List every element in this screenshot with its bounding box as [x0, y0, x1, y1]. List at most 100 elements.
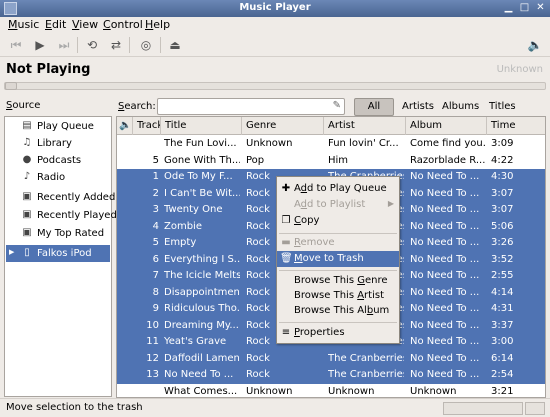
cell-track: 11: [146, 336, 159, 347]
cell-time: 3:00: [491, 336, 514, 347]
cell-title: The Icicle Melts: [164, 270, 240, 281]
minimize-icon[interactable]: ▁: [502, 2, 515, 15]
menu-item-browse-genre[interactable]: Browse This Genre: [277, 273, 399, 289]
filter-titles-button[interactable]: Titles: [489, 101, 516, 112]
menu-item-add-to-playlist[interactable]: Add to Playlist ▶: [277, 197, 399, 213]
cell-artist: The Cranberries: [328, 369, 404, 380]
cell-artist: Him: [328, 154, 349, 166]
cell-time: 5:06: [491, 220, 514, 232]
cell-album: Razorblade R...: [410, 154, 486, 166]
table-row[interactable]: What Comes... Unknown Unknown Unknown 3:21: [117, 384, 545, 398]
cell-time: 4:31: [491, 303, 514, 314]
cell-title: What Comes...: [164, 385, 238, 397]
menu-edit[interactable]: Edit: [45, 18, 66, 31]
toolbar-separator: [77, 37, 78, 53]
menu-item-move-to-trash[interactable]: 🗑 Move to Trash: [277, 251, 399, 267]
cell-album: No Need To ...: [410, 286, 480, 298]
menu-item-properties[interactable]: ≡ Properties: [277, 325, 399, 341]
table-row[interactable]: The Fun Lovi... Unknown Fun lovin' Cr... Co…: [117, 136, 545, 153]
filter-all-button[interactable]: All: [354, 98, 394, 116]
source-item-play-queue[interactable]: ▤ Play Queue: [6, 118, 110, 135]
remove-icon: ▬: [281, 237, 291, 248]
source-item-my-top-rated[interactable]: ▣ My Top Rated: [6, 225, 110, 242]
playlist-icon: ▣: [22, 227, 32, 238]
cell-time: 3:21: [491, 385, 514, 397]
menu-control[interactable]: Control: [103, 18, 143, 31]
toolbar: ⏮ ▶ ⏭ ⟲ ⇄ ◎ ⏏ 🔈: [0, 33, 550, 57]
shuffle-icon[interactable]: ⇄: [108, 37, 124, 53]
cell-title: Ridiculous Tho...: [164, 303, 240, 314]
menu-music[interactable]: Music: [8, 18, 39, 31]
source-item-library[interactable]: ♫ Library: [6, 135, 110, 152]
status-resize-grip[interactable]: [525, 402, 545, 415]
column-header-artist[interactable]: Artist: [324, 117, 406, 135]
filter-albums-button[interactable]: Albums: [442, 101, 479, 112]
seek-handle[interactable]: [5, 82, 17, 90]
table-row[interactable]: 13 No Need To ... Rock The Cranberries No Ne…: [117, 367, 545, 384]
cell-track: 5: [152, 237, 159, 248]
play-icon[interactable]: ▶: [32, 37, 48, 53]
menu-item-browse-artist[interactable]: Browse This Artist: [277, 288, 399, 304]
cell-time: 3:09: [491, 138, 514, 149]
seek-slider[interactable]: [4, 82, 546, 90]
column-header-genre[interactable]: Genre: [242, 117, 324, 135]
cell-artist: Fun lovin' Cr...: [328, 138, 399, 149]
menu-separator: [279, 322, 397, 323]
column-header-time[interactable]: Time: [487, 117, 545, 135]
cell-time: 3:52: [491, 253, 514, 265]
menu-item-add-to-play-queue[interactable]: ✚ Add to Play Queue: [277, 181, 399, 197]
context-menu: ✚ Add to Play Queue Add to Playlist ▶ ❐ Cop…: [276, 176, 400, 344]
column-header-track[interactable]: Track: [133, 117, 161, 135]
column-header-album[interactable]: Album: [406, 117, 487, 135]
cell-title: Dreaming My...: [164, 319, 239, 331]
menu-separator: [279, 270, 397, 271]
next-icon[interactable]: ⏭: [56, 37, 72, 53]
cell-title: Zombie: [164, 220, 202, 232]
menu-item-copy[interactable]: ❐ Copy: [277, 213, 399, 229]
table-row[interactable]: 5 Gone With Th... Pop Him Razorblade R... 4:2…: [117, 153, 545, 170]
table-row[interactable]: 12 Daffodil Lament Rock The Cranberries No N…: [117, 350, 545, 367]
source-item-radio[interactable]: ♪ Radio: [6, 169, 110, 186]
cell-title: Daffodil Lament: [164, 352, 240, 364]
filter-artists-button[interactable]: Artists: [402, 101, 434, 112]
cell-title: Disappointment: [164, 286, 240, 298]
expander-icon[interactable]: ▶: [9, 248, 14, 256]
podcast-icon: ●: [22, 154, 32, 165]
maximize-icon[interactable]: □: [518, 2, 531, 15]
clear-search-icon[interactable]: ✎: [333, 100, 341, 111]
source-item-recently-played[interactable]: ▣ Recently Played: [6, 207, 117, 224]
cell-album: No Need To ...: [410, 270, 480, 281]
cell-album: Come find you...: [410, 138, 486, 149]
cell-artist: The Cranberries: [328, 352, 404, 364]
cell-track: 3: [152, 204, 159, 215]
source-item-podcasts[interactable]: ● Podcasts: [6, 152, 110, 169]
source-item-falkos-ipod[interactable]: ▶ ▯ Falkos iPod: [6, 245, 110, 262]
menu-item-browse-album[interactable]: Browse This Album: [277, 303, 399, 319]
menu-view[interactable]: View: [72, 18, 98, 31]
trash-icon: 🗑: [280, 253, 293, 264]
menu-help[interactable]: Help: [145, 18, 170, 31]
cell-time: 3:26: [491, 237, 514, 248]
now-playing-artist: Unknown: [496, 64, 543, 75]
source-item-recently-added[interactable]: ▣ Recently Added: [6, 189, 115, 206]
previous-icon[interactable]: ⏮: [8, 37, 24, 53]
cell-genre: Unknown: [246, 385, 293, 397]
burn-disc-icon[interactable]: ◎: [138, 37, 154, 53]
title-bar[interactable]: Music Player ▁ □ ✕: [0, 0, 550, 17]
eject-icon[interactable]: ⏏: [167, 37, 183, 53]
repeat-icon[interactable]: ⟲: [84, 37, 100, 53]
cell-time: 4:30: [491, 171, 514, 182]
menu-item-remove[interactable]: ▬ Remove: [277, 235, 399, 251]
cell-time: 2:54: [491, 369, 514, 380]
volume-icon[interactable]: 🔈: [527, 37, 543, 53]
library-icon: ♫: [22, 137, 32, 148]
cell-genre: Rock: [246, 369, 270, 380]
column-header-title[interactable]: Title: [161, 117, 242, 135]
close-icon[interactable]: ✕: [534, 2, 547, 15]
cell-genre: Pop: [246, 154, 265, 166]
now-playing-title: Not Playing: [6, 62, 91, 77]
status-column-icon[interactable]: 🔈: [117, 117, 133, 135]
search-input[interactable]: ✎: [157, 98, 345, 115]
cell-time: 3:37: [491, 319, 514, 331]
toolbar-separator: [129, 37, 130, 53]
